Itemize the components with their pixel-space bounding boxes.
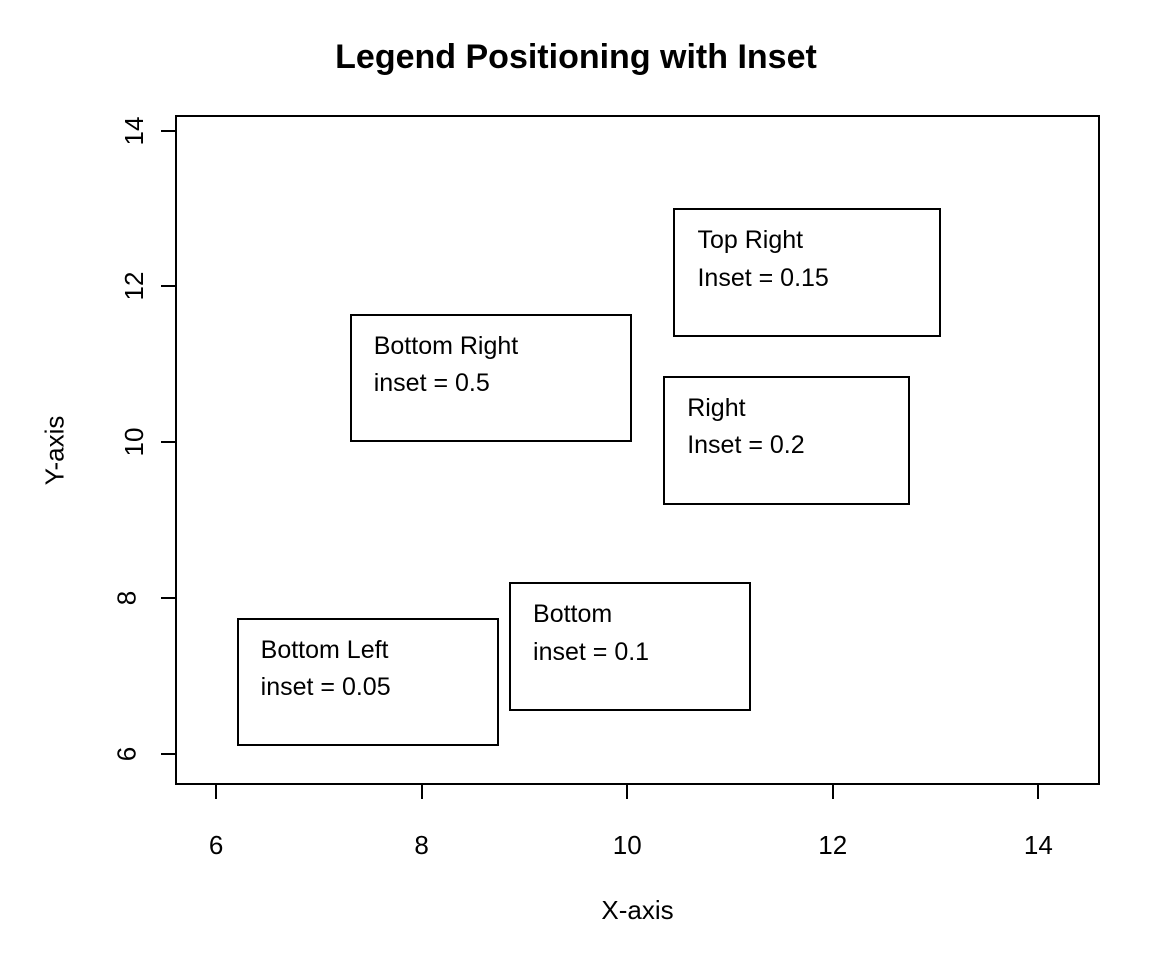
legend-line: Bottom Right	[374, 328, 609, 366]
y-tick-mark	[161, 441, 175, 443]
x-axis-label: X-axis	[175, 895, 1100, 926]
y-tick-label: 6	[112, 747, 143, 761]
x-tick-label: 14	[1024, 830, 1053, 861]
legend-box: Bottominset = 0.1	[509, 582, 751, 711]
legend-box: Top RightInset = 0.15	[673, 208, 940, 337]
y-tick-label: 8	[112, 591, 143, 605]
y-axis-label: Y-axis	[40, 115, 70, 785]
x-tick-mark	[1037, 785, 1039, 799]
chart-canvas: Legend Positioning with Inset Y-axis X-a…	[0, 0, 1152, 960]
x-tick-label: 8	[414, 830, 428, 861]
x-tick-label: 10	[613, 830, 642, 861]
legend-line: Bottom Left	[261, 632, 475, 670]
y-tick-mark	[161, 285, 175, 287]
y-tick-label: 10	[119, 428, 150, 457]
x-tick-mark	[421, 785, 423, 799]
y-tick-label: 14	[119, 116, 150, 145]
legend-box: Bottom Leftinset = 0.05	[237, 618, 499, 747]
legend-line: inset = 0.1	[533, 634, 727, 672]
legend-box: RightInset = 0.2	[663, 376, 910, 505]
x-tick-mark	[626, 785, 628, 799]
legend-box: Bottom Rightinset = 0.5	[350, 314, 633, 443]
y-tick-label: 12	[119, 272, 150, 301]
y-axis-label-text: Y-axis	[40, 415, 71, 485]
y-tick-mark	[161, 130, 175, 132]
y-tick-mark	[161, 597, 175, 599]
legend-line: Right	[687, 390, 886, 428]
legend-line: Bottom	[533, 596, 727, 634]
x-tick-mark	[832, 785, 834, 799]
y-tick-mark	[161, 753, 175, 755]
legend-line: inset = 0.5	[374, 365, 609, 403]
x-tick-label: 12	[818, 830, 847, 861]
legend-line: Inset = 0.2	[687, 427, 886, 465]
legend-line: inset = 0.05	[261, 669, 475, 707]
legend-line: Inset = 0.15	[697, 260, 916, 298]
x-tick-label: 6	[209, 830, 223, 861]
legend-line: Top Right	[697, 222, 916, 260]
chart-title: Legend Positioning with Inset	[0, 38, 1152, 77]
x-tick-mark	[215, 785, 217, 799]
